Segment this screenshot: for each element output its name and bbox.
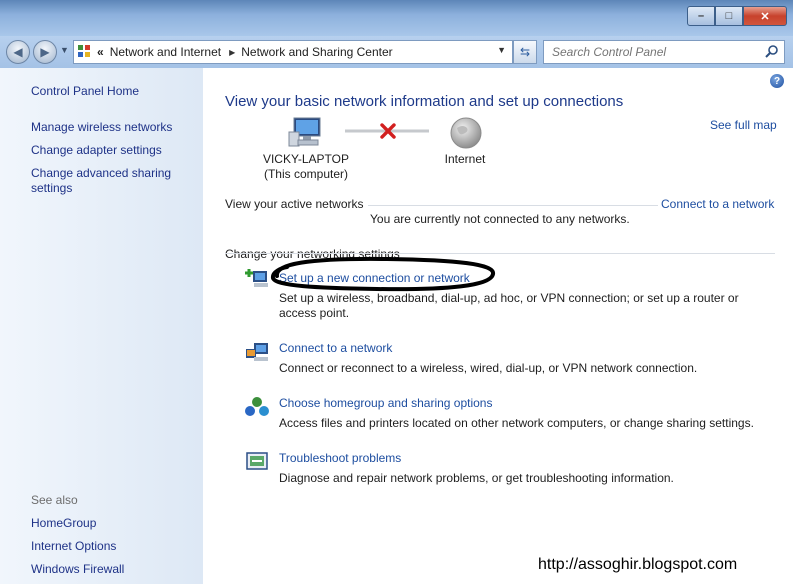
address-dropdown-icon[interactable]: ▼ <box>497 45 506 55</box>
task-connect-network[interactable]: Connect to a network <box>279 341 392 355</box>
recent-pages-dropdown-icon[interactable]: ▼ <box>60 45 69 55</box>
see-also-heading: See also <box>31 493 78 507</box>
sidebar-homegroup[interactable]: HomeGroup <box>31 516 196 531</box>
sidebar-change-adapter[interactable]: Change adapter settings <box>31 143 196 158</box>
breadcrumb-network-and-internet[interactable]: Network and Internet <box>110 45 221 59</box>
task-troubleshoot[interactable]: Troubleshoot problems <box>279 451 401 465</box>
main-content: ? View your basic network information an… <box>203 68 793 584</box>
back-arrow-icon: ◀ <box>13 45 23 59</box>
computer-icon[interactable] <box>288 116 324 148</box>
close-button[interactable]: ✕ <box>743 6 787 26</box>
computer-name: VICKY-LAPTOP <box>262 152 350 166</box>
breadcrumb-overflow[interactable]: « <box>97 45 104 59</box>
homegroup-icon[interactable] <box>245 396 269 418</box>
task-desc: Connect or reconnect to a wireless, wire… <box>279 361 698 375</box>
computer-sub: (This computer) <box>263 167 349 181</box>
disconnected-x-icon[interactable] <box>379 122 397 140</box>
maximize-button[interactable]: □ <box>715 6 743 26</box>
sidebar-control-panel-home[interactable]: Control Panel Home <box>31 84 196 99</box>
internet-globe-icon[interactable] <box>449 116 483 150</box>
window-controls: – □ ✕ <box>687 6 787 26</box>
new-connection-icon[interactable] <box>245 267 269 289</box>
internet-label: Internet <box>444 152 486 166</box>
forward-button[interactable]: ▶ <box>33 40 57 64</box>
sidebar-manage-wireless[interactable]: Manage wireless networks <box>31 120 196 135</box>
back-button[interactable]: ◀ <box>6 40 30 64</box>
see-full-map-link[interactable]: See full map <box>710 118 777 132</box>
watermark-url: http://assoghir.blogspot.com <box>538 556 738 573</box>
troubleshoot-icon[interactable] <box>245 451 269 473</box>
connect-network-icon[interactable] <box>245 341 269 363</box>
search-box[interactable] <box>543 40 785 64</box>
task-desc: Set up a wireless, broadband, dial-up, a… <box>279 291 739 320</box>
navigation-bar: ◀ ▶ ▼ « Network and Internet ▶ Network a… <box>0 36 793 68</box>
connect-to-network-link[interactable]: Connect to a network <box>661 197 774 211</box>
sidebar-internet-options[interactable]: Internet Options <box>31 539 196 554</box>
title-bar: – □ ✕ <box>0 0 793 36</box>
sidebar: Control Panel Home Manage wireless netwo… <box>0 68 203 584</box>
divider <box>368 205 658 206</box>
task-desc: Access files and printers located on oth… <box>279 416 754 430</box>
sidebar-advanced-sharing[interactable]: Change advanced sharing settings <box>31 166 196 196</box>
task-desc: Diagnose and repair network problems, or… <box>279 471 674 485</box>
refresh-icon: ⇆ <box>519 45 531 59</box>
page-title: View your basic network information and … <box>225 93 624 110</box>
search-input[interactable] <box>550 44 764 60</box>
computer-label: VICKY-LAPTOP (This computer) <box>258 152 354 182</box>
refresh-button[interactable]: ⇆ <box>513 40 537 64</box>
forward-arrow-icon: ▶ <box>40 45 50 59</box>
minimize-button[interactable]: – <box>687 6 715 26</box>
hand-drawn-circle <box>270 256 495 292</box>
sidebar-windows-firewall[interactable]: Windows Firewall <box>31 562 196 577</box>
breadcrumb-network-sharing-center[interactable]: Network and Sharing Center <box>241 45 392 59</box>
active-networks-label: View your active networks <box>225 197 364 211</box>
task-homegroup-sharing[interactable]: Choose homegroup and sharing options <box>279 396 492 410</box>
not-connected-status: You are currently not connected to any n… <box>370 212 630 226</box>
search-icon[interactable] <box>765 44 779 58</box>
help-icon[interactable]: ? <box>770 74 784 88</box>
control-panel-icon <box>78 45 92 59</box>
breadcrumb-separator-icon[interactable]: ▶ <box>229 48 235 57</box>
address-bar[interactable]: « Network and Internet ▶ Network and Sha… <box>73 40 513 64</box>
